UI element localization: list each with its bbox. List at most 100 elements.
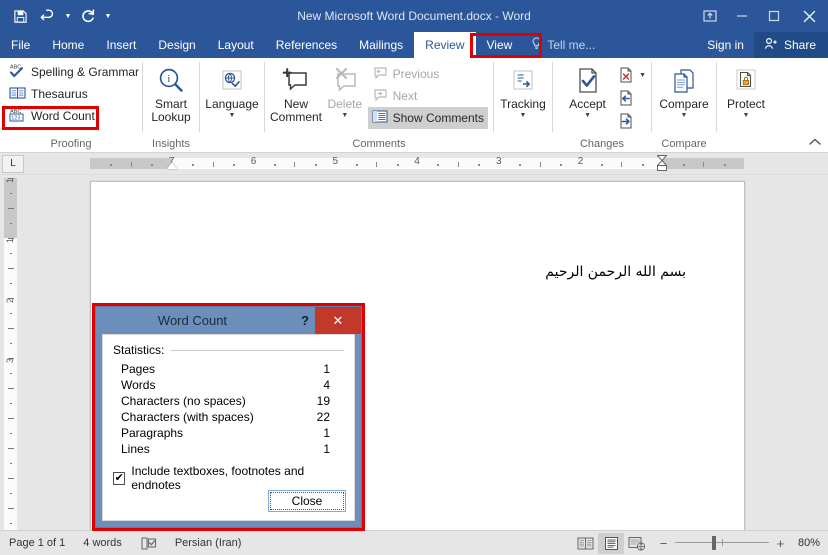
- accept-dropdown-icon[interactable]: ▼: [584, 111, 591, 120]
- word-application-window: ▼ ▼ New Microsoft Word Document.docx - W…: [0, 0, 828, 555]
- ruler-tick: [519, 164, 522, 166]
- ruler-tick: [8, 208, 14, 209]
- web-layout-icon[interactable]: [624, 533, 650, 554]
- include-textboxes-checkbox[interactable]: ✔: [113, 471, 126, 485]
- compare-dropdown-icon[interactable]: ▼: [681, 111, 688, 120]
- ruler-tick: [10, 283, 12, 284]
- redo-icon[interactable]: [74, 3, 102, 29]
- undo-dropdown-icon[interactable]: ▼: [62, 3, 74, 29]
- protect-button[interactable]: Protect ▼: [722, 62, 770, 120]
- stat-label: Lines: [121, 442, 150, 456]
- ruler-track[interactable]: 7654321: [90, 155, 744, 171]
- proofing-status-icon[interactable]: [131, 531, 166, 555]
- word-count-indicator[interactable]: 4 words: [74, 531, 131, 555]
- tab-file[interactable]: File: [0, 32, 41, 58]
- include-textboxes-row[interactable]: ✔ Include textboxes, footnotes and endno…: [113, 464, 344, 492]
- accept-button[interactable]: Accept ▼: [558, 62, 617, 120]
- statistics-header: Statistics:: [113, 343, 344, 357]
- right-indent-marker[interactable]: [656, 155, 668, 171]
- tab-mailings[interactable]: Mailings: [348, 32, 414, 58]
- tab-insert[interactable]: Insert: [95, 32, 147, 58]
- dialog-close-button[interactable]: Close: [268, 490, 346, 512]
- protect-dropdown-icon[interactable]: ▼: [743, 111, 750, 120]
- ribbon-group-compare: Compare ▼ Compare: [652, 58, 716, 152]
- ruler-tick: [703, 162, 705, 167]
- tab-references[interactable]: References: [265, 32, 348, 58]
- zoom-level-label[interactable]: 80%: [794, 537, 828, 549]
- account-zone: Sign in Share: [697, 32, 828, 58]
- ruler-tick: [723, 164, 726, 166]
- zoom-out-button[interactable]: −: [658, 536, 669, 551]
- next-change-button[interactable]: [617, 110, 646, 132]
- stat-value: 22: [316, 410, 330, 424]
- dialog-actions: Close: [268, 490, 346, 512]
- ruler-tick: [192, 164, 195, 166]
- ruler-tick: [10, 343, 12, 344]
- tab-stop-selector[interactable]: L: [2, 154, 24, 173]
- smart-lookup-button[interactable]: i Smart Lookup: [148, 62, 194, 124]
- stat-value: 4: [323, 378, 330, 392]
- reject-dropdown-icon[interactable]: ▼: [639, 72, 646, 79]
- spelling-grammar-button[interactable]: ABC Spelling & Grammar: [5, 61, 143, 83]
- delete-comment-dropdown-icon[interactable]: ▼: [341, 111, 348, 120]
- undo-icon[interactable]: [34, 3, 62, 29]
- new-comment-button[interactable]: New Comment: [270, 62, 322, 124]
- ribbon-group-label-comments: Comments: [352, 138, 406, 150]
- ribbon-display-options-icon[interactable]: [694, 0, 726, 32]
- ribbon-tab-bar: File Home Insert Design Layout Reference…: [0, 32, 828, 58]
- tab-review[interactable]: Review: [414, 32, 476, 58]
- share-button[interactable]: Share: [753, 32, 828, 58]
- language-indicator[interactable]: Persian (Iran): [166, 531, 251, 555]
- zoom-slider[interactable]: [675, 536, 769, 550]
- smart-lookup-label: Smart Lookup: [151, 97, 191, 124]
- thesaurus-button[interactable]: Thesaurus: [5, 83, 92, 105]
- previous-change-button[interactable]: [617, 87, 646, 109]
- stat-label: Characters (with spaces): [121, 410, 254, 424]
- new-comment-icon: [281, 64, 311, 98]
- include-textboxes-label: Include textboxes, footnotes and endnote…: [131, 464, 305, 492]
- share-label: Share: [783, 38, 816, 52]
- language-button[interactable]: Language ▼: [205, 62, 259, 120]
- reject-change-button[interactable]: [617, 64, 636, 86]
- sign-in-button[interactable]: Sign in: [697, 32, 754, 58]
- tab-home[interactable]: Home: [41, 32, 95, 58]
- ruler-tick: [355, 164, 358, 166]
- customize-qat-icon[interactable]: ▼: [102, 3, 114, 29]
- ribbon-group-insights: i Smart Lookup Insights: [143, 58, 199, 152]
- collapse-ribbon-icon[interactable]: [808, 137, 822, 150]
- print-layout-icon[interactable]: [598, 532, 624, 554]
- maximize-icon[interactable]: [758, 0, 790, 32]
- tab-view[interactable]: View: [476, 32, 524, 58]
- minimize-icon[interactable]: [726, 0, 758, 32]
- tracking-button[interactable]: Tracking ▼: [499, 62, 547, 120]
- zoom-in-button[interactable]: +: [775, 536, 786, 551]
- close-icon[interactable]: [790, 0, 828, 32]
- delete-comment-button[interactable]: Delete ▼: [322, 62, 368, 120]
- ruler-tick: [10, 523, 12, 524]
- language-dropdown-icon[interactable]: ▼: [229, 111, 236, 120]
- save-icon[interactable]: [6, 3, 34, 29]
- ribbon-group-label-insights: Insights: [152, 138, 190, 150]
- previous-comment-button[interactable]: Previous: [368, 63, 488, 85]
- tracking-dropdown-icon[interactable]: ▼: [520, 111, 527, 120]
- compare-button[interactable]: Compare ▼: [657, 62, 711, 120]
- tab-layout[interactable]: Layout: [207, 32, 265, 58]
- dialog-close-icon[interactable]: ✕: [315, 307, 361, 334]
- vertical-ruler[interactable]: 1 2 3 1: [0, 176, 20, 530]
- read-mode-icon[interactable]: [572, 533, 598, 554]
- stat-value: 19: [316, 394, 330, 408]
- word-count-button[interactable]: ABC 123 Word Count: [5, 105, 99, 127]
- zoom-slider-thumb[interactable]: [712, 536, 716, 550]
- tell-me-box[interactable]: Tell me...: [523, 32, 603, 58]
- ribbon-group-changes: Accept ▼ ▼ Changes: [553, 58, 651, 152]
- stat-label: Paragraphs: [121, 426, 184, 440]
- help-icon[interactable]: ?: [295, 310, 315, 331]
- document-body-text[interactable]: بسم الله الرحمن الرحيم: [545, 264, 686, 280]
- page-indicator[interactable]: Page 1 of 1: [0, 531, 74, 555]
- show-comments-button[interactable]: Show Comments: [367, 107, 488, 129]
- dialog-title-bar[interactable]: Word Count ? ✕: [96, 307, 361, 334]
- next-comment-button[interactable]: Next: [368, 85, 488, 107]
- tab-design[interactable]: Design: [147, 32, 206, 58]
- first-line-indent-marker[interactable]: [166, 162, 177, 169]
- next-comment-icon: [372, 87, 388, 105]
